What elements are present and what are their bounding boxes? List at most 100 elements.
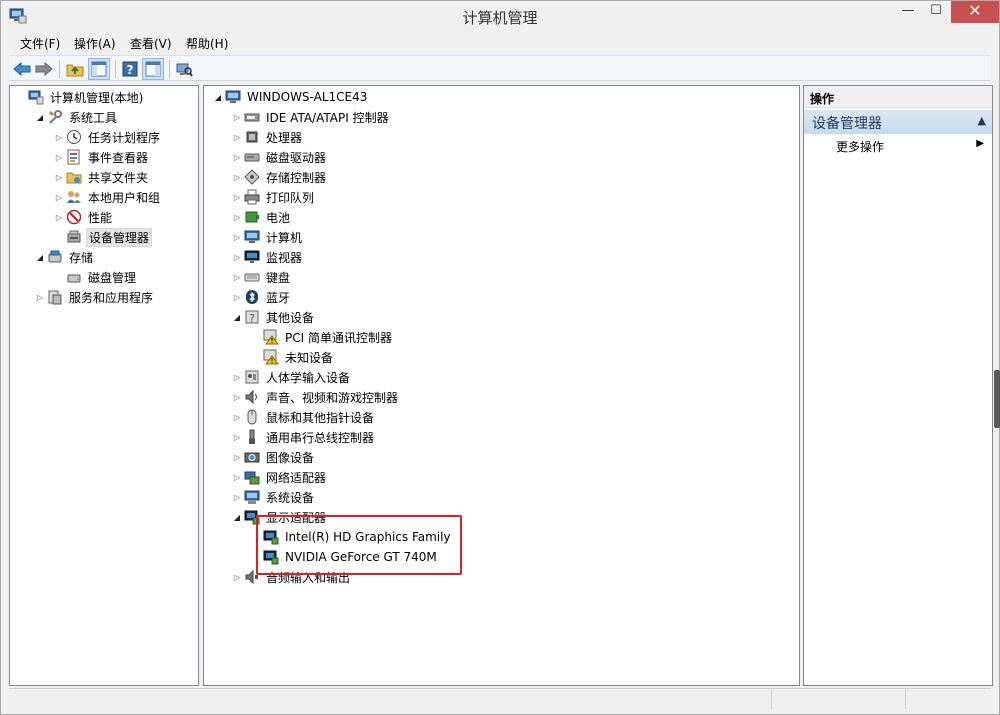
device-tree-item-item-18[interactable]: ▷ 图像设备: [230, 447, 316, 467]
device-manager-icon: [66, 229, 82, 245]
menu-file[interactable]: 文件(F): [18, 35, 62, 52]
expand-arrow-icon[interactable]: ▷: [230, 233, 244, 242]
console-tree-item-item-1[interactable]: ◢ 系统工具: [33, 107, 119, 127]
menu-help[interactable]: 帮助(H): [184, 35, 230, 52]
show-hide-action-pane-button[interactable]: [142, 58, 164, 80]
expand-arrow-icon[interactable]: ▷: [33, 293, 47, 302]
back-button[interactable]: [11, 58, 33, 80]
device-tree-item-item-9[interactable]: ▷ 键盘: [230, 267, 292, 287]
collapse-arrow-icon[interactable]: ▲: [978, 114, 986, 127]
console-tree-item-item-5[interactable]: ▷ 本地用户和组: [52, 187, 162, 207]
more-actions-item[interactable]: 更多操作: [836, 138, 884, 155]
expand-arrow-icon[interactable]: ▷: [230, 453, 244, 462]
expand-arrow-icon[interactable]: ▷: [230, 573, 244, 582]
collapse-arrow-icon[interactable]: ◢: [230, 313, 244, 322]
device-tree-item-item-2[interactable]: ▷ 处理器: [230, 127, 304, 147]
show-hide-console-tree-button[interactable]: [88, 58, 110, 80]
device-tree-item-item-3[interactable]: ▷ 磁盘驱动器: [230, 147, 328, 167]
device-tree-item-pci[interactable]: PCI 简单通讯控制器: [249, 327, 394, 347]
expand-arrow-icon[interactable]: ▷: [230, 153, 244, 162]
console-tree-item-item-7[interactable]: 设备管理器: [52, 227, 153, 247]
window-title: 计算机管理: [462, 9, 538, 27]
expand-arrow-icon[interactable]: ▷: [52, 193, 66, 202]
console-tree-item-item-4[interactable]: ▷ 共享文件夹: [52, 167, 150, 187]
expand-arrow-icon[interactable]: ▷: [230, 373, 244, 382]
forward-arrow-icon: [35, 61, 53, 77]
minimize-button[interactable]: —: [894, 1, 922, 23]
expand-arrow-icon[interactable]: ▷: [230, 393, 244, 402]
expand-arrow-icon[interactable]: ▷: [230, 113, 244, 122]
scan-hardware-button[interactable]: [173, 58, 195, 80]
tree-item-label: 性能: [88, 210, 113, 225]
device-tree-item-item-20[interactable]: ▷ 系统设备: [230, 487, 316, 507]
device-tree-item-item-7[interactable]: ▷ 计算机: [230, 227, 304, 247]
expand-arrow-icon[interactable]: ▷: [230, 433, 244, 442]
up-level-button[interactable]: [64, 58, 86, 80]
expand-arrow-icon[interactable]: ▷: [230, 413, 244, 422]
device-tree-item-item-17[interactable]: ▷ 通用串行总线控制器: [230, 427, 376, 447]
expand-arrow-icon[interactable]: ▷: [230, 213, 244, 222]
monitor-icon: [244, 249, 260, 265]
scroll-grip[interactable]: [994, 370, 1000, 428]
console-tree-item-item-2[interactable]: ▷ 任务计划程序: [52, 127, 162, 147]
device-tree-item-item-15[interactable]: ▷ 声音、视频和游戏控制器: [230, 387, 400, 407]
collapse-arrow-icon[interactable]: ◢: [230, 513, 244, 522]
collapse-arrow-icon[interactable]: ◢: [211, 93, 225, 102]
console-tree-item-item-6[interactable]: ▷ 性能: [52, 207, 114, 227]
tree-item-label: 磁盘驱动器: [266, 150, 327, 165]
status-cell: [771, 689, 772, 709]
tree-item-label: 图像设备: [266, 450, 315, 465]
highlight-box: [256, 515, 462, 575]
expand-arrow-icon[interactable]: ▷: [230, 253, 244, 262]
network-adapter-icon: [244, 469, 260, 485]
expand-arrow-icon[interactable]: ▷: [52, 133, 66, 142]
tree-item-label: 共享文件夹: [88, 170, 149, 185]
console-tree-item-item-0[interactable]: 计算机管理(本地): [14, 87, 145, 107]
device-tree-item-item-4[interactable]: ▷ 存储控制器: [230, 167, 328, 187]
device-tree-item-item-11[interactable]: ◢? 其他设备: [230, 307, 316, 327]
speaker-icon: [244, 389, 260, 405]
expand-arrow-icon[interactable]: ▷: [230, 473, 244, 482]
device-tree-item-item-6[interactable]: ▷ 电池: [230, 207, 292, 227]
tree-item-label: 存储: [69, 250, 94, 265]
expand-arrow-icon[interactable]: ▷: [230, 133, 244, 142]
menu-view[interactable]: 查看(V): [128, 35, 174, 52]
collapse-arrow-icon[interactable]: ◢: [33, 113, 47, 122]
expand-arrow-icon[interactable]: ▷: [230, 493, 244, 502]
expand-arrow-icon[interactable]: ▷: [230, 273, 244, 282]
maximize-button[interactable]: ☐: [922, 1, 950, 23]
device-tree-item-item-8[interactable]: ▷ 监视器: [230, 247, 304, 267]
forward-button[interactable]: [33, 58, 55, 80]
device-tree-item-item-13[interactable]: 未知设备: [249, 347, 335, 367]
actions-section-device-manager[interactable]: 设备管理器 ▲: [804, 110, 992, 134]
console-tree-item-item-10[interactable]: ▷ 服务和应用程序: [33, 287, 155, 307]
expand-arrow-icon[interactable]: ▷: [230, 173, 244, 182]
device-tree-item-item-14[interactable]: ▷ 人体学输入设备: [230, 367, 352, 387]
device-tree-item-item-10[interactable]: ▷ 蓝牙: [230, 287, 292, 307]
device-tree-item-item-5[interactable]: ▷ 打印队列: [230, 187, 316, 207]
system-device-icon: [244, 489, 260, 505]
tree-item-label: 任务计划程序: [88, 130, 161, 145]
submenu-arrow-icon: ▶: [976, 138, 984, 149]
help-button[interactable]: ?: [119, 58, 141, 80]
device-tree-item-ide-ata-atapi[interactable]: ▷ IDE ATA/ATAPI 控制器: [230, 107, 391, 127]
close-button[interactable]: ✕: [951, 1, 999, 23]
console-tree-item-item-8[interactable]: ◢ 存储: [33, 247, 95, 267]
console-tree-item-item-9[interactable]: 磁盘管理: [52, 267, 138, 287]
printer-icon: [244, 189, 260, 205]
mouse-icon: [244, 409, 260, 425]
device-tree-item-item-19[interactable]: ▷ 网络适配器: [230, 467, 328, 487]
expand-arrow-icon[interactable]: ▷: [52, 153, 66, 162]
tree-item-label: 计算机管理(本地): [50, 90, 144, 105]
tree-item-label: 事件查看器: [88, 150, 149, 165]
toolbar: ?: [9, 55, 991, 81]
expand-arrow-icon[interactable]: ▷: [230, 293, 244, 302]
device-tree-item-item-16[interactable]: ▷ 鼠标和其他指针设备: [230, 407, 376, 427]
menu-action[interactable]: 操作(A): [72, 35, 118, 52]
expand-arrow-icon[interactable]: ▷: [230, 193, 244, 202]
console-tree-item-item-3[interactable]: ▷ 事件查看器: [52, 147, 150, 167]
device-tree-item-windows-al1ce43[interactable]: ◢ WINDOWS-AL1CE43: [211, 87, 369, 107]
expand-arrow-icon[interactable]: ▷: [52, 173, 66, 182]
collapse-arrow-icon[interactable]: ◢: [33, 253, 47, 262]
expand-arrow-icon[interactable]: ▷: [52, 213, 66, 222]
